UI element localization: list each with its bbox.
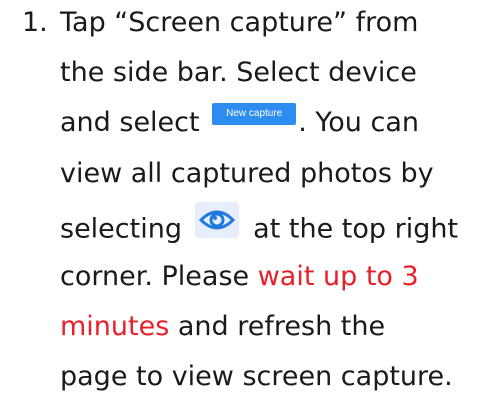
step-line-2-text: the side bar. Select device: [60, 57, 417, 88]
wait-highlight: wait up to 3: [257, 261, 419, 292]
step-line-1: Tap “Screen capture” from: [60, 8, 418, 38]
step-line-5: selecting at the top right: [60, 202, 459, 248]
instruction-step: 1. Tap “Screen capture” from the side ba…: [0, 0, 485, 411]
step-line-7-after: and refresh the: [169, 311, 386, 342]
eye-icon[interactable]: [194, 202, 239, 238]
minutes-highlight: minutes: [60, 311, 170, 342]
step-number: 1.: [22, 7, 48, 38]
step-line-3-before: and select: [60, 107, 200, 138]
step-line-8-text: page to view screen capture.: [60, 361, 453, 392]
step-line-8: page to view screen capture.: [60, 362, 453, 392]
new-capture-button[interactable]: New capture: [212, 102, 297, 125]
step-line-3: and select New capture. You can: [60, 102, 419, 138]
step-line-6: corner. Please wait up to 3: [60, 262, 419, 292]
step-line-6-text: corner. Please: [60, 261, 258, 292]
step-line-5-after: at the top right: [253, 213, 459, 245]
step-line-3-after: . You can: [298, 107, 419, 138]
step-line-1-text: Tap “Screen capture” from: [60, 7, 419, 38]
step-line-4: view all captured photos by: [60, 159, 434, 189]
step-line-2: the side bar. Select device: [60, 58, 417, 88]
step-line-4-text: view all captured photos by: [60, 158, 434, 189]
step-line-5-before: selecting: [60, 213, 182, 245]
step-line-7: minutes and refresh the: [60, 312, 385, 342]
